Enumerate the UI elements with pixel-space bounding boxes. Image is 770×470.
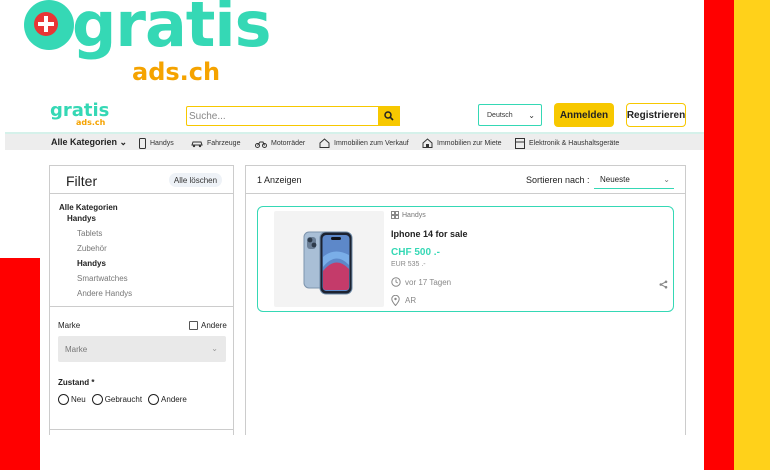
language-select[interactable]: Deutsch ⌄ [478,104,542,126]
radio-label: Andere [161,395,187,404]
category-item-immobilien-verkauf[interactable]: Immobilien zum Verkauf [319,136,409,150]
listing-location-label: AR [405,296,417,305]
category-grid-icon [391,211,399,219]
category-item-immobilien-miete[interactable]: Immobilien zur Miete [422,136,502,150]
category-item-motorraeder[interactable]: Motorräder [255,136,305,150]
swiss-cross-icon [24,0,74,50]
brand-select-value: Marke [65,344,88,354]
radio-icon [148,394,160,405]
results-count: 1 Anzeigen [257,175,302,185]
category-item-handys[interactable]: Handys [139,136,174,150]
tree-child-tablets[interactable]: Tablets [77,229,102,238]
listing-price-eur: EUR 535 .- [391,261,426,268]
listing-image[interactable] [274,211,384,307]
category-item-fahrzeuge[interactable]: Fahrzeuge [191,136,240,150]
brand-logo-large: gratis ads.ch [24,0,272,95]
checkbox-icon [189,321,198,330]
condition-radio-andere[interactable]: Andere [148,394,187,405]
tree-root[interactable]: Alle Kategorien [59,203,118,212]
search-bar [186,106,400,126]
search-icon [384,111,394,121]
search-input[interactable] [189,109,377,123]
divider [50,193,233,194]
category-item-label: Handys [150,139,174,147]
filter-panel: Filter Alle löschen Alle Kategorien Hand… [49,165,234,435]
radio-icon [58,394,69,405]
listing-title[interactable]: Iphone 14 for sale [391,229,468,239]
house-rent-icon [422,138,433,148]
logo-word: gratis [72,0,272,61]
divider [50,429,233,430]
condition-label: Zustand * [58,378,95,387]
tree-child-handys[interactable]: Handys [77,259,106,268]
chevron-down-icon: ⌄ [211,344,218,353]
condition-radio-neu[interactable]: Neu [58,394,86,405]
logo-domain: ads.ch [132,58,221,86]
chevron-down-icon: ⌄ [528,111,535,120]
search-button[interactable] [378,106,400,126]
category-item-label: Immobilien zur Miete [437,139,502,147]
appliance-icon [515,137,525,149]
decor-yellow-stripe-right [734,0,770,470]
condition-radio-gebraucht[interactable]: Gebraucht [91,394,143,405]
location-pin-icon [391,295,400,306]
decor-red-stripe-left [0,258,40,470]
clock-icon [391,277,401,287]
radio-icon [91,394,103,405]
clear-filters-button[interactable]: Alle löschen [169,173,222,187]
phone-icon [139,137,146,149]
brand-other-label: Andere [201,321,227,330]
radio-label: Neu [71,395,86,404]
divider [246,193,685,194]
results-panel: 1 Anzeigen Sortieren nach : Neueste ⌄ Ha… [245,165,686,435]
share-icon [659,280,668,289]
listing-posted: vor 17 Tagen [391,277,451,287]
category-nav: Alle Kategorien ⌄ Handys Fahrzeuge Motor… [5,132,704,150]
filter-title: Filter [66,173,98,189]
brand-label: Marke [58,321,81,330]
listing-posted-label: vor 17 Tagen [405,277,452,287]
category-item-label: Fahrzeuge [207,139,241,147]
site-header: gratis ads.ch Deutsch ⌄ Anmelden Registr… [40,100,704,132]
page: gratis ads.ch gratis ads.ch Deutsch ⌄ An… [0,0,770,470]
tree-child-andere-handys[interactable]: Andere Handys [77,289,132,298]
brand-select[interactable]: Marke ⌄ [58,336,226,362]
login-button[interactable]: Anmelden [554,103,614,127]
chevron-down-icon: ⌄ [663,175,670,184]
share-button[interactable] [659,276,668,294]
radio-label: Gebraucht [104,395,143,404]
house-icon [319,138,330,148]
listing-location: AR [391,295,416,306]
header-logo[interactable]: gratis ads.ch [50,102,110,130]
category-item-elektronik[interactable]: Elektronik & Haushaltsgeräte [515,136,619,150]
car-icon [191,141,203,147]
register-button[interactable]: Registrieren [626,103,686,127]
listing-category-label: Handys [402,211,426,219]
sort-select[interactable]: Neueste ⌄ [594,171,674,189]
tree-child-zubehoer[interactable]: Zubehör [77,244,107,253]
phone-image [303,231,353,295]
sort-label: Sortieren nach : [526,175,590,185]
tree-child-smartwatches[interactable]: Smartwatches [77,274,128,283]
category-item-label: Motorräder [271,139,306,147]
listing-card[interactable]: Handys Iphone 14 for sale CHF 500 .- EUR… [257,206,674,312]
all-categories-dropdown[interactable]: Alle Kategorien ⌄ [51,137,127,148]
category-item-label: Elektronik & Haushaltsgeräte [529,139,620,147]
listing-category: Handys [391,211,426,219]
motorcycle-icon [255,141,267,148]
chevron-down-icon: ⌄ [119,137,128,147]
language-value: Deutsch [487,111,513,119]
category-item-label: Immobilien zum Verkauf [334,139,409,147]
brand-other-checkbox[interactable]: Andere [189,321,227,330]
divider [50,306,233,307]
decor-red-stripe-right [704,0,734,470]
sort-value: Neueste [600,175,630,184]
condition-radio-group: Neu Gebraucht Andere [58,394,193,405]
header-logo-domain: ads.ch [76,118,106,127]
all-categories-label: Alle Kategorien [51,137,118,147]
tree-current[interactable]: Handys [67,214,96,223]
listing-price: CHF 500 .- [391,247,440,258]
